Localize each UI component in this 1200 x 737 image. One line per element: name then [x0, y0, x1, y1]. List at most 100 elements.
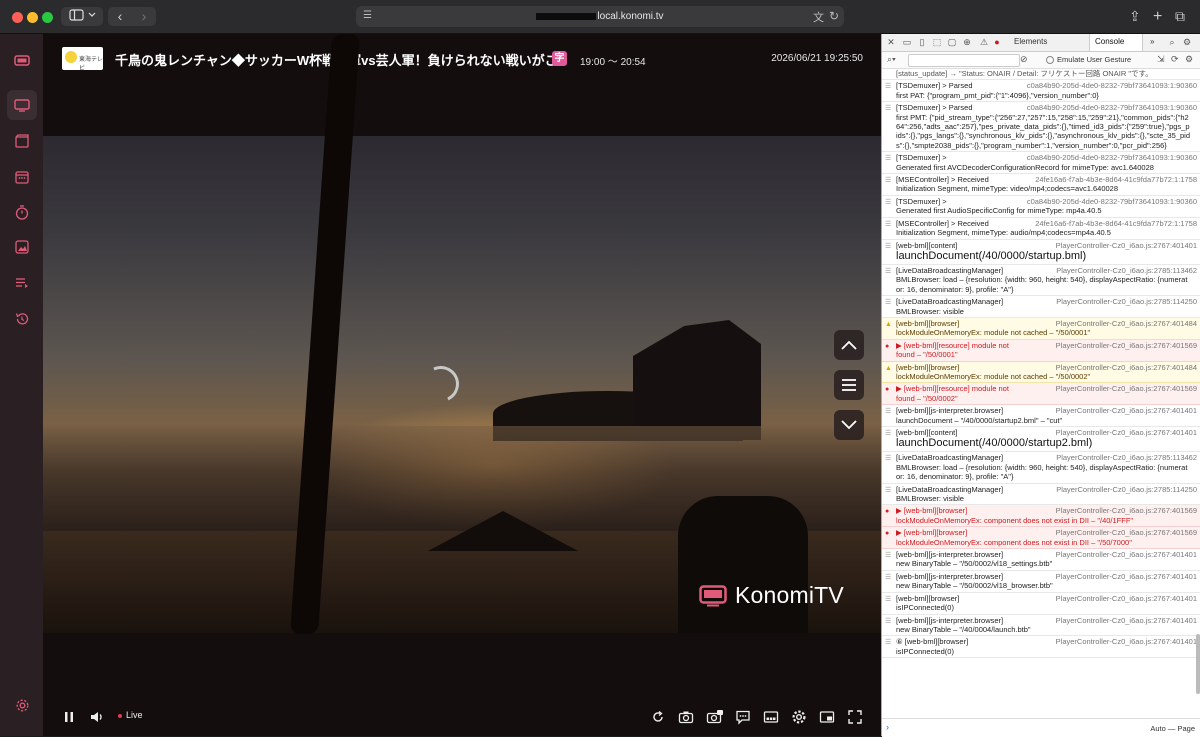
message-source-link[interactable]: PlayerController-Cz0_i6ao.js:2785:114250: [1056, 485, 1197, 494]
channel-down-button[interactable]: [834, 410, 864, 440]
message-source-link[interactable]: PlayerController-Cz0_i6ao.js:2785:114250: [1056, 297, 1197, 306]
settings-gear-icon[interactable]: [7, 690, 37, 720]
video-player[interactable]: 東海テレビ 千鳥の鬼レンチャン◆サッカーW杯戦士軍vs芸人軍！負けられない戦いが…: [43, 34, 881, 736]
console-message[interactable]: ☰ [web-bml][js-interpreter.browser] Player…: [882, 549, 1200, 571]
console-message[interactable]: ☰ [LiveDataBroadcastingManager] PlayerCont…: [882, 296, 1200, 318]
tab-console[interactable]: Console: [1095, 37, 1124, 46]
data-broadcast-button[interactable]: [763, 709, 779, 725]
share-icon[interactable]: ⇪: [1129, 8, 1141, 25]
message-source-link[interactable]: PlayerController-Cz0_i6ao.js:2767:401569: [1056, 384, 1197, 393]
console-message[interactable]: ☰ [web-bml][content] PlayerController-Cz0_…: [882, 427, 1200, 453]
search-icon[interactable]: ⌕: [1167, 37, 1177, 47]
console-message[interactable]: ☰ [MSEController] > Received 24fe16a6-f7ab…: [882, 174, 1200, 196]
emulate-checkbox[interactable]: [1046, 56, 1054, 65]
close-devtools-icon[interactable]: ✕: [886, 37, 896, 47]
tv-live-icon[interactable]: [7, 90, 37, 120]
dock-icon[interactable]: ▭: [902, 37, 912, 47]
comment-button[interactable]: [735, 709, 751, 725]
console-message[interactable]: ● ▶ [web-bml][resource] module not PlayerC…: [882, 383, 1200, 406]
capture-with-comments-button[interactable]: [706, 709, 723, 725]
console-message[interactable]: ☰ [LiveDataBroadcastingManager] PlayerCont…: [882, 484, 1200, 506]
console-message[interactable]: ● ▶ [web-bml][resource] module not PlayerC…: [882, 339, 1200, 362]
devtools-settings-icon[interactable]: ⚙: [1182, 37, 1192, 47]
execution-context-select[interactable]: Auto — Page: [1150, 724, 1195, 733]
console-message[interactable]: ● ▶ [web-bml][browser] PlayerController-Cz…: [882, 527, 1200, 550]
pause-button[interactable]: [61, 709, 77, 725]
message-source-link[interactable]: PlayerController-Cz0_i6ao.js:2785:113462: [1056, 453, 1197, 462]
console-message[interactable]: ☰ [web-bml][browser] PlayerController-Cz0_…: [882, 593, 1200, 615]
message-source-link[interactable]: 24fe16a6-f7ab-4b3e-8d64-41c9fda77b72:1:1…: [1035, 175, 1197, 184]
message-source-link[interactable]: c0a84b90-205d-4de0-8232-79bf73641093:1:9…: [1027, 197, 1197, 206]
reload-stream-button[interactable]: [650, 709, 666, 725]
translate-icon[interactable]: 文: [813, 9, 824, 25]
playlist-icon[interactable]: [7, 268, 37, 298]
message-source-link[interactable]: c0a84b90-205d-4de0-8232-79bf73641093:1:9…: [1027, 153, 1197, 162]
console-message[interactable]: ☰ [web-bml][js-interpreter.browser] Player…: [882, 405, 1200, 427]
videos-icon[interactable]: [7, 126, 37, 156]
zoom-window-button[interactable]: [42, 12, 53, 23]
capture-button[interactable]: [678, 709, 694, 725]
message-source-link[interactable]: PlayerController-Cz0_i6ao.js:2767:401401: [1056, 550, 1197, 559]
more-tabs-button[interactable]: »: [1150, 37, 1154, 46]
message-source-link[interactable]: c0a84b90-205d-4de0-8232-79bf73641093:1:9…: [1027, 103, 1197, 112]
minimize-window-button[interactable]: [27, 12, 38, 23]
filter-icon[interactable]: ⌕▾: [887, 54, 896, 65]
message-source-link[interactable]: PlayerController-Cz0_i6ao.js:2767:401569: [1056, 506, 1197, 515]
console-message[interactable]: ▲ [web-bml][browser] PlayerController-Cz0_…: [882, 361, 1200, 384]
message-source-link[interactable]: PlayerController-Cz0_i6ao.js:2767:401484: [1056, 363, 1197, 372]
console-message[interactable]: ● ▶ [web-bml][browser] PlayerController-Cz…: [882, 505, 1200, 528]
channel-up-button[interactable]: [834, 330, 864, 360]
console-message[interactable]: ☰ [web-bml][js-interpreter.browser] Player…: [882, 571, 1200, 593]
close-window-button[interactable]: [12, 12, 23, 23]
tab-overview-icon[interactable]: ⧉: [1175, 8, 1185, 25]
message-source-link[interactable]: PlayerController-Cz0_i6ao.js:2767:401569: [1056, 528, 1197, 537]
console-prompt[interactable]: › Auto — Page: [882, 718, 1200, 737]
message-source-link[interactable]: PlayerController-Cz0_i6ao.js:2767:401401: [1056, 616, 1197, 625]
channel-list-button[interactable]: [834, 370, 864, 400]
import-icon[interactable]: ⇲: [1157, 54, 1165, 65]
target-icon[interactable]: ⊕: [962, 37, 972, 47]
history-icon[interactable]: [7, 304, 37, 334]
message-source-link[interactable]: PlayerController-Cz0_i6ao.js:2785:113462: [1056, 266, 1197, 275]
message-source-link[interactable]: PlayerController-Cz0_i6ao.js:2767:401484: [1056, 319, 1197, 328]
preserve-log-icon[interactable]: ⟳: [1171, 54, 1179, 65]
message-source-link[interactable]: c0a84b90-205d-4de0-8232-79bf73641093:1:9…: [1027, 81, 1197, 90]
message-source-link[interactable]: 24fe16a6-f7ab-4b3e-8d64-41c9fda77b72:1:1…: [1035, 219, 1197, 228]
message-source-link[interactable]: PlayerController-Cz0_i6ao.js:2767:401401: [1056, 572, 1197, 581]
picture-in-picture-button[interactable]: [819, 709, 835, 725]
console-message[interactable]: ▲ [web-bml][browser] PlayerController-Cz0_…: [882, 317, 1200, 340]
console-message[interactable]: ☰ [TSDemuxer] > Parsed c0a84b90-205d-4de0-…: [882, 80, 1200, 103]
timer-icon[interactable]: [7, 197, 37, 227]
console-message[interactable]: ☰ [LiveDataBroadcastingManager] PlayerCont…: [882, 452, 1200, 484]
device-icon[interactable]: ▢: [947, 37, 957, 47]
console-filter-input[interactable]: [908, 54, 1020, 67]
back-button[interactable]: ‹: [108, 7, 132, 26]
console-message[interactable]: ☰ ⑥ [web-bml][browser] PlayerController-Cz…: [882, 636, 1200, 659]
forward-button[interactable]: ›: [132, 7, 156, 26]
errors-icon[interactable]: ●: [992, 37, 1002, 47]
console-settings-icon[interactable]: ⚙: [1185, 54, 1193, 65]
new-tab-icon[interactable]: +: [1153, 8, 1162, 25]
console-messages[interactable]: [status_update] → "Status: ONAIR / Detai…: [882, 69, 1200, 718]
console-message[interactable]: ☰ [TSDemuxer] > c0a84b90-205d-4de0-8232-79…: [882, 152, 1200, 175]
console-message[interactable]: ☰ [web-bml][content] PlayerController-Cz0_…: [882, 240, 1200, 265]
clear-console-icon[interactable]: ⊘: [1020, 54, 1028, 65]
address-bar[interactable]: ☰ local.konomi.tv 文 ↻: [356, 6, 844, 27]
message-source-link[interactable]: PlayerController-Cz0_i6ao.js:2767:401401: [1056, 241, 1197, 250]
captures-icon[interactable]: [7, 232, 37, 262]
dock-side-icon[interactable]: ▯: [917, 37, 927, 47]
tab-elements[interactable]: Elements: [1014, 37, 1047, 46]
message-source-link[interactable]: PlayerController-Cz0_i6ao.js:2767:401401: [1056, 428, 1197, 437]
timetable-icon[interactable]: [7, 162, 37, 192]
message-source-link[interactable]: PlayerController-Cz0_i6ao.js:2767:401569: [1056, 341, 1197, 350]
console-message[interactable]: ☰ [web-bml][js-interpreter.browser] Player…: [882, 615, 1200, 637]
warnings-icon[interactable]: ⚠: [979, 37, 989, 47]
console-message[interactable]: ☰ [TSDemuxer] > Parsed c0a84b90-205d-4de0-…: [882, 102, 1200, 153]
console-scrollbar[interactable]: [1196, 634, 1200, 694]
reload-icon[interactable]: ↻: [829, 9, 839, 23]
message-source-link[interactable]: PlayerController-Cz0_i6ao.js:2767:401401: [1056, 594, 1197, 603]
player-settings-button[interactable]: [791, 709, 807, 725]
emulate-user-gesture-toggle[interactable]: Emulate User Gesture: [1046, 55, 1131, 65]
volume-button[interactable]: [89, 709, 105, 725]
console-message[interactable]: ☰ [TSDemuxer] > c0a84b90-205d-4de0-8232-79…: [882, 196, 1200, 218]
